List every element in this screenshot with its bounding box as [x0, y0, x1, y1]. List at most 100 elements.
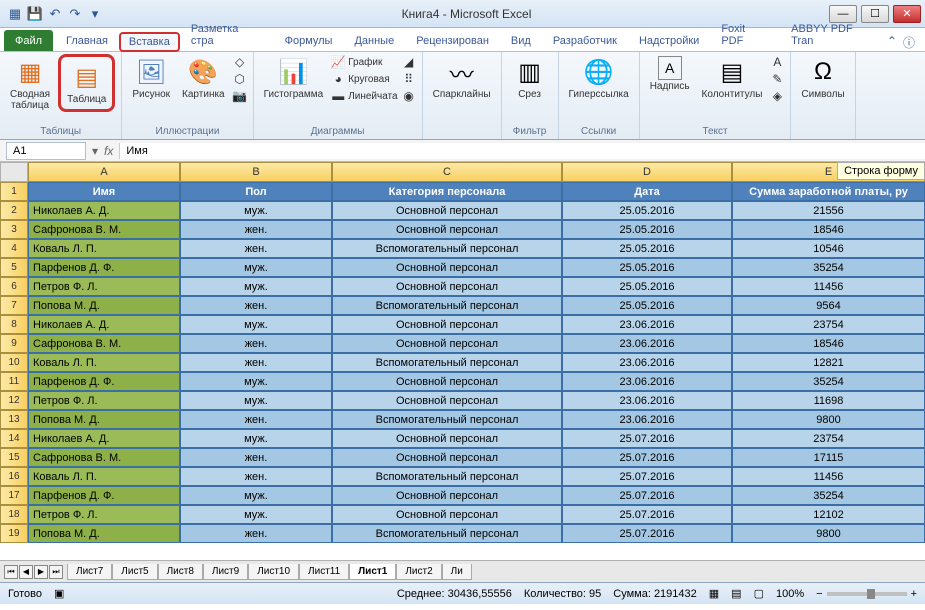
- formula-input[interactable]: Имя: [119, 143, 925, 159]
- cell[interactable]: Основной персонал: [332, 334, 562, 353]
- sheet-tab[interactable]: Лист10: [248, 564, 299, 580]
- col-header-c[interactable]: C: [332, 162, 562, 182]
- tab-review[interactable]: Рецензирован: [405, 30, 500, 51]
- slicer-button[interactable]: ▥ Срез: [508, 54, 552, 102]
- cell[interactable]: Вспомогательный персонал: [332, 296, 562, 315]
- tab-developer[interactable]: Разработчик: [542, 30, 628, 51]
- cell[interactable]: 25.05.2016: [562, 296, 732, 315]
- cell[interactable]: 25.05.2016: [562, 201, 732, 220]
- sheet-first-icon[interactable]: ⏮: [4, 565, 18, 579]
- redo-icon[interactable]: ↷: [66, 5, 84, 23]
- tab-abbyy[interactable]: ABBYY PDF Tran: [780, 18, 887, 51]
- cell[interactable]: Сафронова В. М.: [28, 220, 180, 239]
- cell[interactable]: жен.: [180, 448, 332, 467]
- cell[interactable]: Основной персонал: [332, 486, 562, 505]
- minimize-ribbon-icon[interactable]: ⌃: [887, 34, 897, 51]
- row-header[interactable]: 13: [0, 410, 28, 429]
- row-header[interactable]: 9: [0, 334, 28, 353]
- cell[interactable]: муж.: [180, 391, 332, 410]
- cell[interactable]: 23754: [732, 429, 925, 448]
- wordart-button[interactable]: A: [770, 54, 784, 70]
- tab-addins[interactable]: Надстройки: [628, 30, 710, 51]
- cell[interactable]: 11698: [732, 391, 925, 410]
- cell[interactable]: Основной персонал: [332, 429, 562, 448]
- smartart-button[interactable]: ⬡: [233, 71, 247, 87]
- view-normal-icon[interactable]: ▦: [709, 587, 719, 600]
- header-footer-button[interactable]: ▤ Колонтитулы: [698, 54, 767, 102]
- cell[interactable]: жен.: [180, 467, 332, 486]
- cell[interactable]: жен.: [180, 220, 332, 239]
- sheet-last-icon[interactable]: ⏭: [49, 565, 63, 579]
- cell[interactable]: жен.: [180, 334, 332, 353]
- save-icon[interactable]: 💾: [26, 5, 44, 23]
- cell[interactable]: Основной персонал: [332, 448, 562, 467]
- cell[interactable]: 9564: [732, 296, 925, 315]
- sheet-tab[interactable]: Лист1: [349, 564, 396, 580]
- scatter-chart-button[interactable]: ⠿: [402, 71, 416, 87]
- cell[interactable]: 11456: [732, 467, 925, 486]
- cell[interactable]: 35254: [732, 486, 925, 505]
- cell[interactable]: муж.: [180, 486, 332, 505]
- cell[interactable]: 25.07.2016: [562, 524, 732, 543]
- cell[interactable]: 25.05.2016: [562, 258, 732, 277]
- cell[interactable]: 25.07.2016: [562, 467, 732, 486]
- row-header[interactable]: 17: [0, 486, 28, 505]
- cell[interactable]: 25.05.2016: [562, 220, 732, 239]
- signature-button[interactable]: ✎: [770, 71, 784, 87]
- cell[interactable]: 23.06.2016: [562, 391, 732, 410]
- row-header[interactable]: 11: [0, 372, 28, 391]
- cell[interactable]: Основной персонал: [332, 505, 562, 524]
- cell[interactable]: Вспомогательный персонал: [332, 353, 562, 372]
- cell[interactable]: Парфенов Д. Ф.: [28, 372, 180, 391]
- sheet-tab[interactable]: Лист5: [112, 564, 157, 580]
- cell[interactable]: Попова М. Д.: [28, 524, 180, 543]
- header-cell[interactable]: Сумма заработной платы, ру: [732, 182, 925, 201]
- cell[interactable]: Основной персонал: [332, 372, 562, 391]
- help-icon[interactable]: ⓘ: [903, 34, 915, 51]
- cell[interactable]: 12821: [732, 353, 925, 372]
- cell[interactable]: жен.: [180, 410, 332, 429]
- cell[interactable]: 25.07.2016: [562, 429, 732, 448]
- qat-more-icon[interactable]: ▾: [86, 5, 104, 23]
- table-button[interactable]: ▤ Таблица: [58, 54, 115, 112]
- sparklines-button[interactable]: 〰 Спарклайны: [429, 54, 495, 102]
- cell[interactable]: Сафронова В. М.: [28, 448, 180, 467]
- cell[interactable]: 18546: [732, 220, 925, 239]
- zoom-out-icon[interactable]: −: [816, 588, 822, 600]
- bar-chart-button[interactable]: ▬Линейчата: [331, 88, 397, 104]
- header-cell[interactable]: Пол: [180, 182, 332, 201]
- histogram-button[interactable]: 📊 Гистограмма: [260, 54, 328, 102]
- cell[interactable]: Парфенов Д. Ф.: [28, 486, 180, 505]
- row-header[interactable]: 8: [0, 315, 28, 334]
- clipart-button[interactable]: 🎨 Картинка: [178, 54, 229, 102]
- zoom-slider[interactable]: [827, 592, 907, 596]
- hyperlink-button[interactable]: 🌐 Гиперссылка: [565, 54, 633, 102]
- area-chart-button[interactable]: ◢: [402, 54, 416, 70]
- row-header[interactable]: 7: [0, 296, 28, 315]
- sheet-tab[interactable]: Лист8: [158, 564, 203, 580]
- cell[interactable]: 21556: [732, 201, 925, 220]
- cell[interactable]: жен.: [180, 239, 332, 258]
- header-cell[interactable]: Имя: [28, 182, 180, 201]
- sheet-tab[interactable]: Лист9: [203, 564, 248, 580]
- tab-view[interactable]: Вид: [500, 30, 542, 51]
- cell[interactable]: муж.: [180, 258, 332, 277]
- cell[interactable]: 25.05.2016: [562, 239, 732, 258]
- select-all-corner[interactable]: [0, 162, 28, 182]
- cell[interactable]: 23.06.2016: [562, 334, 732, 353]
- col-header-b[interactable]: B: [180, 162, 332, 182]
- cell[interactable]: Основной персонал: [332, 201, 562, 220]
- view-break-icon[interactable]: ▢: [754, 587, 764, 600]
- row-header[interactable]: 3: [0, 220, 28, 239]
- sheet-prev-icon[interactable]: ◀: [19, 565, 33, 579]
- tab-insert[interactable]: Вставка: [119, 32, 180, 52]
- row-header[interactable]: 18: [0, 505, 28, 524]
- cell[interactable]: 23.06.2016: [562, 353, 732, 372]
- name-box[interactable]: A1: [6, 142, 86, 160]
- undo-icon[interactable]: ↶: [46, 5, 64, 23]
- screenshot-button[interactable]: 📷: [233, 88, 247, 104]
- cell[interactable]: 23754: [732, 315, 925, 334]
- tab-data[interactable]: Данные: [343, 30, 405, 51]
- cell[interactable]: Попова М. Д.: [28, 410, 180, 429]
- tab-file[interactable]: Файл: [4, 30, 53, 51]
